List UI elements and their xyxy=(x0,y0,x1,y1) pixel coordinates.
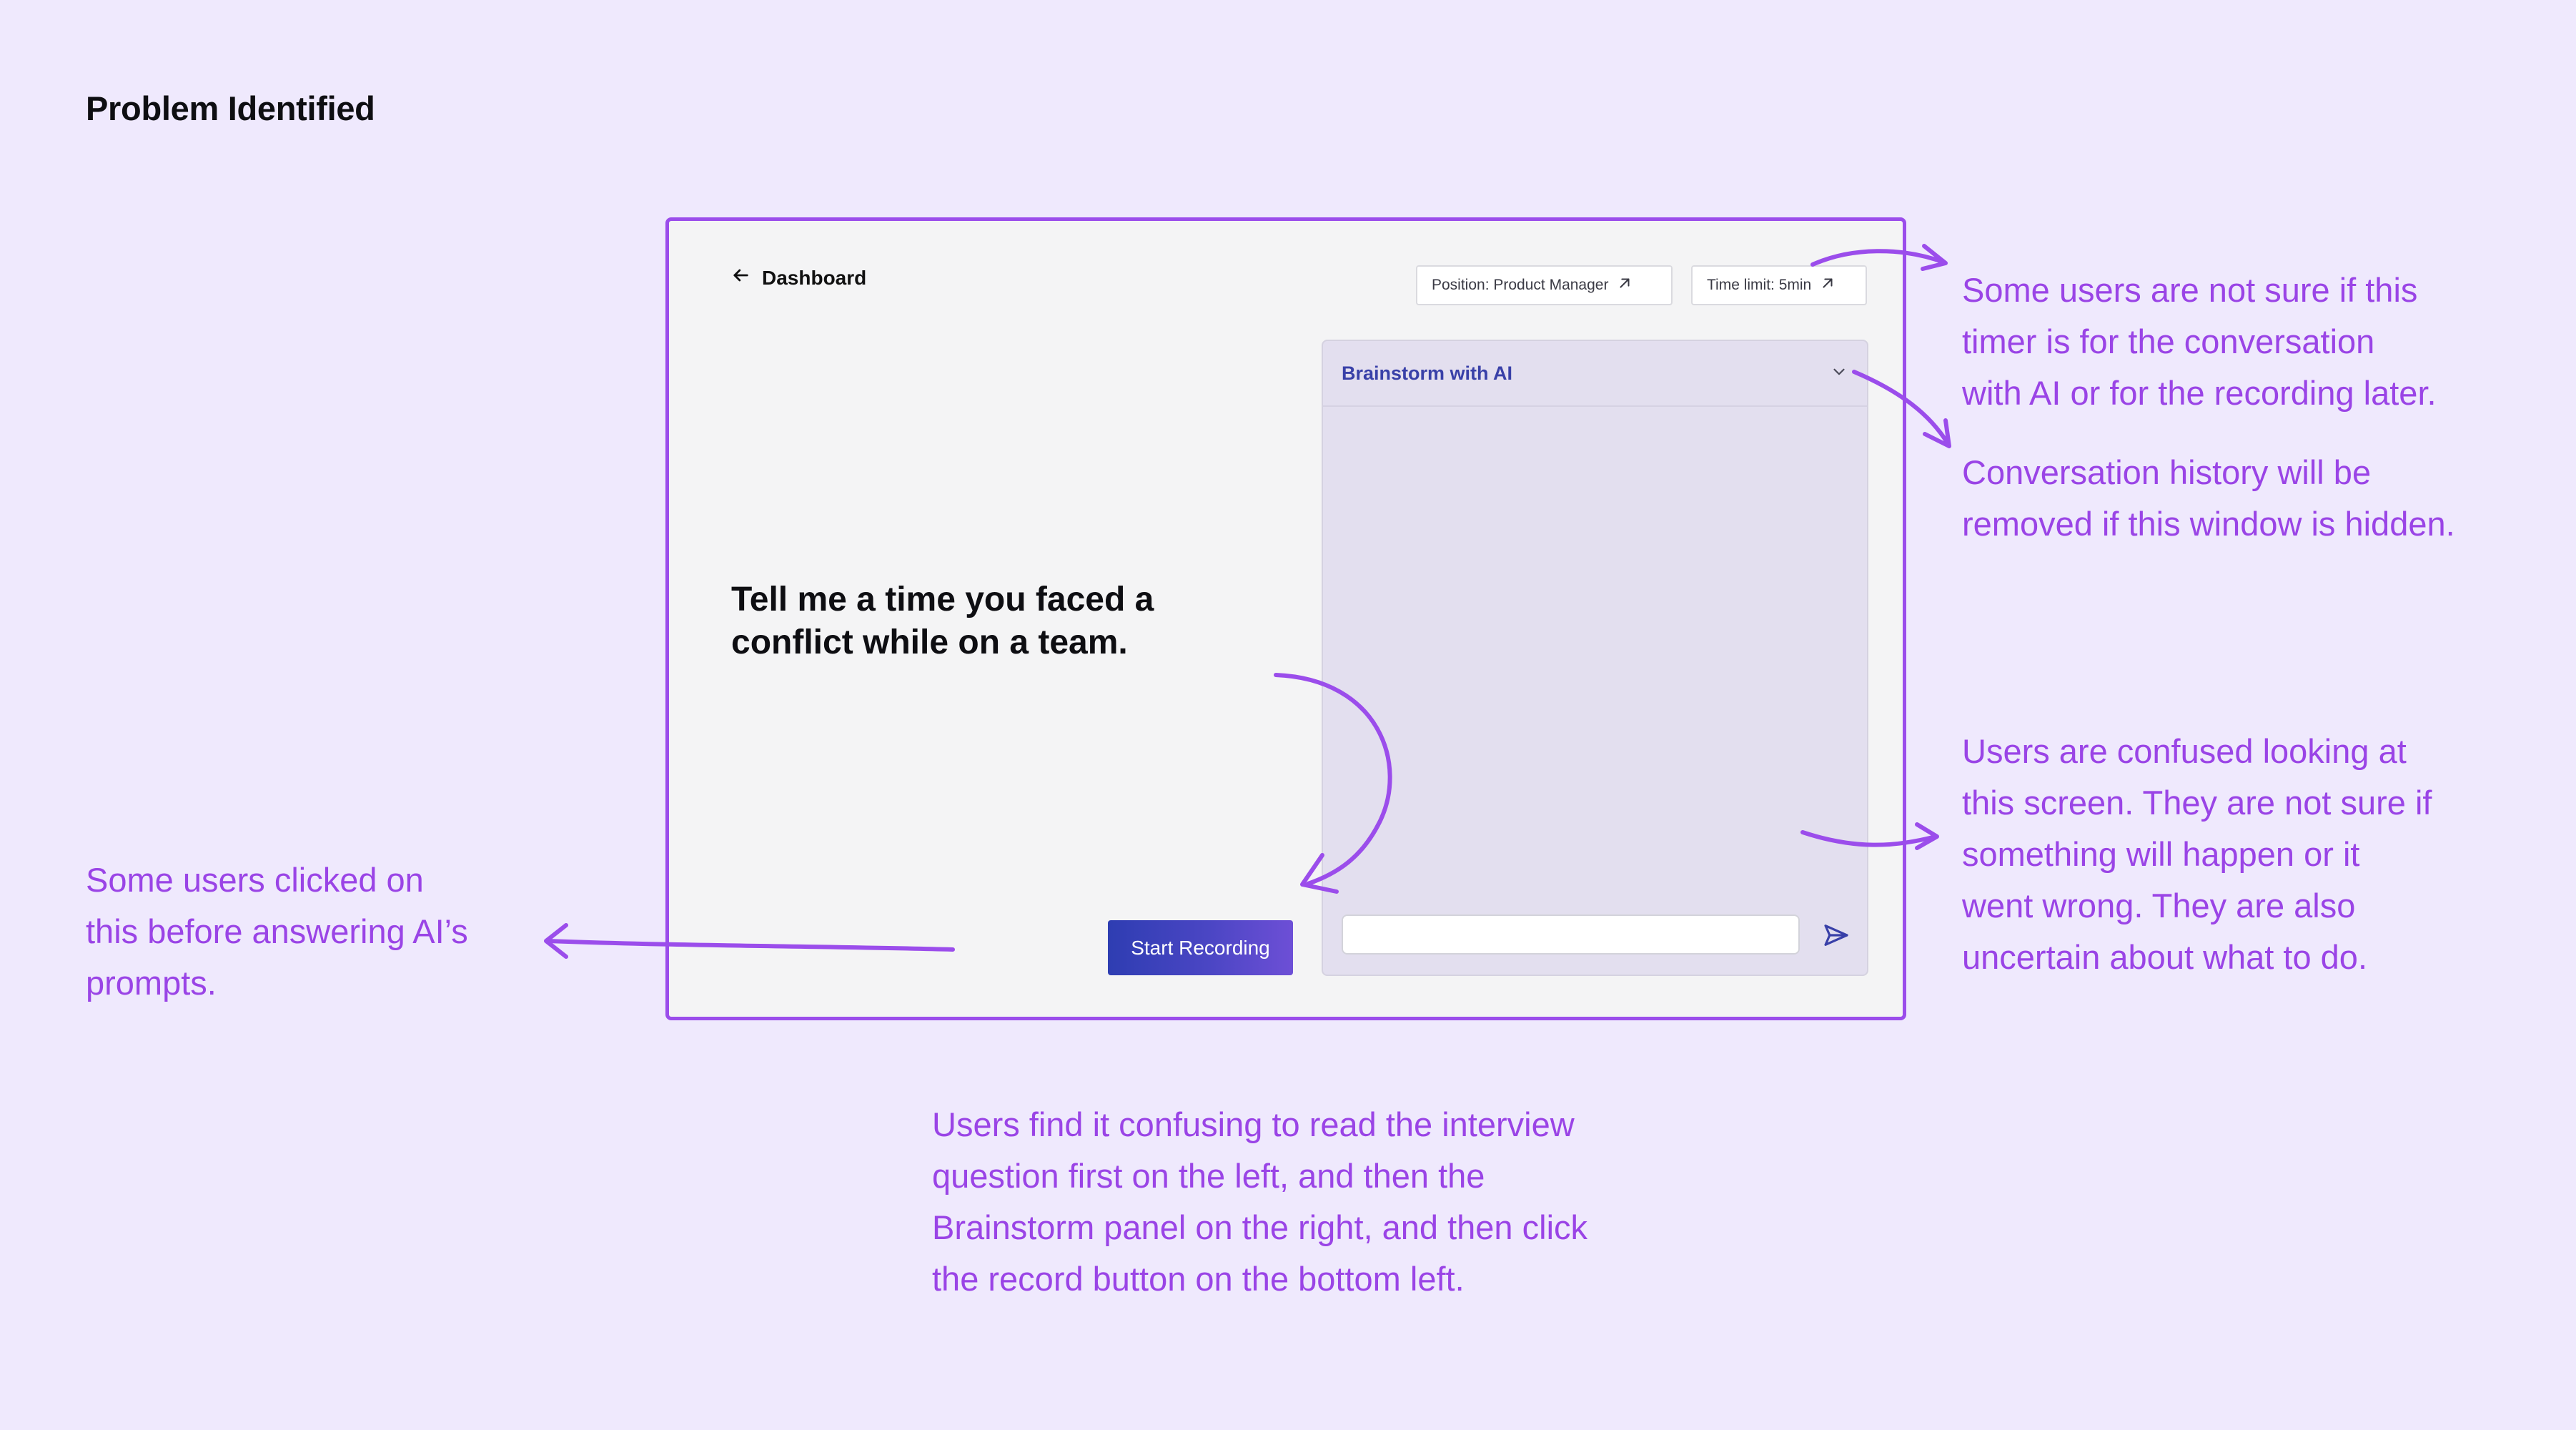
position-chip-label: Position: Product Manager xyxy=(1432,277,1609,293)
brainstorm-panel-title: Brainstorm with AI xyxy=(1342,362,1513,384)
page-title: Problem Identified xyxy=(86,89,375,127)
annotation-flow: Users find it confusing to read the inte… xyxy=(932,1099,1587,1305)
annotation-record: Some users clicked on this before answer… xyxy=(86,854,468,1009)
arrow-up-right-icon xyxy=(1820,275,1836,295)
annotation-line: something will happen or it xyxy=(1962,835,2360,873)
send-button[interactable] xyxy=(1820,920,1852,952)
chevron-down-icon[interactable] xyxy=(1830,363,1848,385)
time-limit-chip[interactable]: Time limit: 5min xyxy=(1691,265,1867,305)
annotation-timer: Some users are not sure if this timer is… xyxy=(1962,265,2437,419)
annotation-line: Some users clicked on xyxy=(86,861,424,899)
brainstorm-chat-input[interactable] xyxy=(1342,914,1800,955)
annotation-line: Users find it confusing to read the inte… xyxy=(932,1105,1575,1143)
back-link-label: Dashboard xyxy=(762,266,867,289)
position-chip[interactable]: Position: Product Manager xyxy=(1416,265,1673,305)
annotation-line: the record button on the bottom left. xyxy=(932,1260,1465,1298)
start-recording-button[interactable]: Start Recording xyxy=(1108,920,1293,975)
annotation-line: went wrong. They are also xyxy=(1962,887,2356,924)
time-limit-chip-label: Time limit: 5min xyxy=(1707,277,1812,293)
annotation-line: removed if this window is hidden. xyxy=(1962,505,2455,543)
annotation-line: with AI or for the recording later. xyxy=(1962,374,2437,412)
annotation-confused: Users are confused looking at this scree… xyxy=(1962,726,2432,983)
brainstorm-panel-header[interactable]: Brainstorm with AI xyxy=(1323,341,1867,407)
send-icon xyxy=(1822,924,1851,952)
arrow-up-right-icon xyxy=(1617,275,1633,295)
brainstorm-panel: Brainstorm with AI xyxy=(1322,340,1868,976)
annotation-line: this screen. They are not sure if xyxy=(1962,784,2432,822)
annotation-line: Brainstorm panel on the right, and then … xyxy=(932,1208,1588,1246)
arrow-left-icon xyxy=(730,265,750,290)
annotation-line: timer is for the conversation xyxy=(1962,322,2375,360)
annotation-line: prompts. xyxy=(86,964,217,1002)
annotation-line: question first on the left, and then the xyxy=(932,1157,1485,1195)
annotation-line: uncertain about what to do. xyxy=(1962,938,2368,976)
annotation-line: Some users are not sure if this xyxy=(1962,271,2418,309)
annotation-history: Conversation history will be removed if … xyxy=(1962,447,2455,550)
annotation-line: this before answering AI’s xyxy=(86,912,468,950)
annotation-line: Users are confused looking at xyxy=(1962,732,2407,770)
back-to-dashboard-link[interactable]: Dashboard xyxy=(730,265,866,290)
interview-question: Tell me a time you faced a conflict whil… xyxy=(731,581,1154,661)
interview-mockup: Dashboard Position: Product Manager Time… xyxy=(665,217,1906,1020)
annotation-line: Conversation history will be xyxy=(1962,453,2372,491)
